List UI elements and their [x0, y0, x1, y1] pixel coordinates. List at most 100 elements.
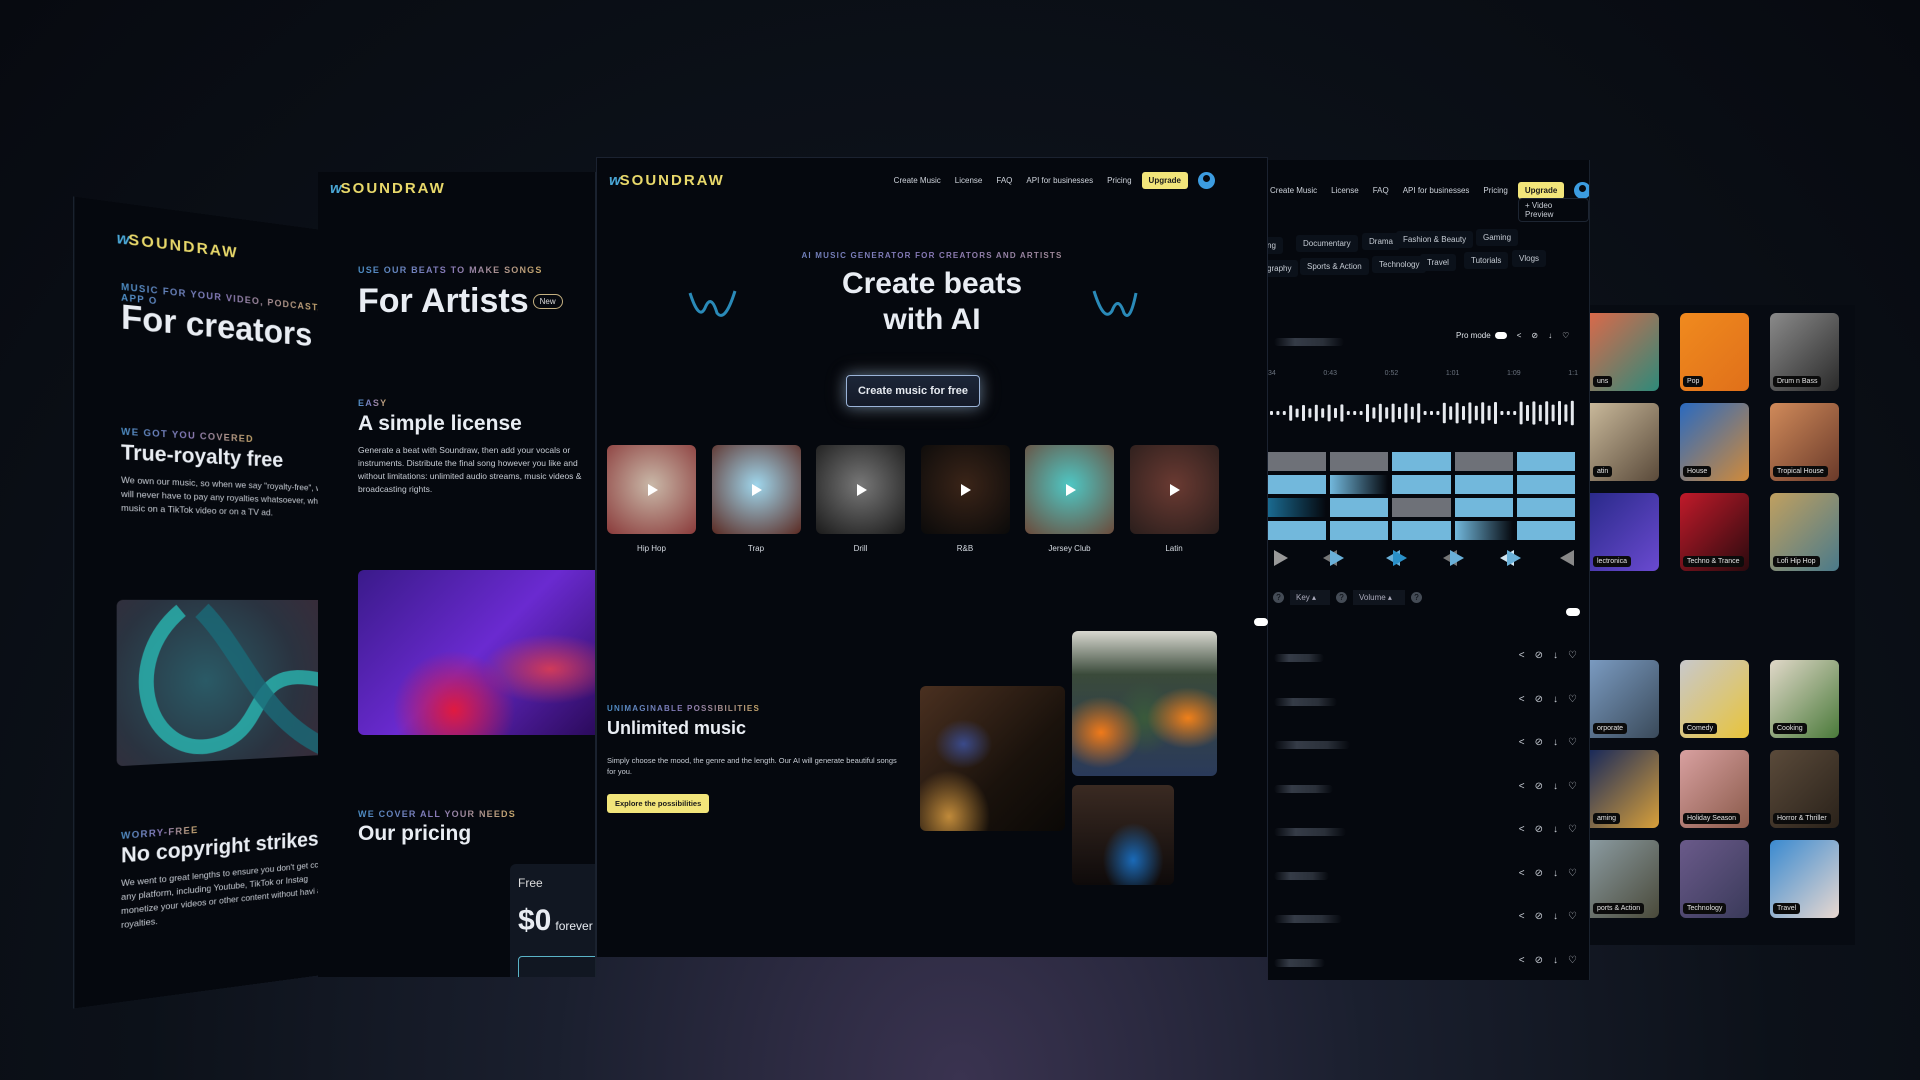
category-tag[interactable]: ng — [1268, 237, 1283, 254]
sequencer-block[interactable] — [1454, 452, 1513, 471]
pro-mode-toggle[interactable] — [1494, 332, 1507, 339]
share-icon[interactable]: < — [1519, 911, 1525, 922]
genre-card[interactable]: Jersey Club — [1025, 445, 1114, 553]
sequencer-block[interactable] — [1392, 452, 1451, 471]
play-icon[interactable] — [752, 483, 762, 496]
upgrade-button[interactable]: Upgrade — [1517, 182, 1565, 199]
sequencer-block[interactable] — [1392, 498, 1451, 517]
download-icon[interactable]: ↓ — [1553, 650, 1558, 661]
user-avatar-icon[interactable] — [1574, 182, 1589, 199]
genre-thumbnail[interactable] — [1025, 445, 1114, 534]
sequencer-block[interactable] — [1330, 521, 1389, 540]
category-card[interactable]: Holiday Season — [1680, 750, 1749, 828]
help-icon[interactable]: ? — [1411, 592, 1422, 603]
nav-create-music[interactable]: Create Music — [1270, 186, 1317, 195]
link-icon[interactable]: ⊘ — [1535, 781, 1543, 792]
track-waveform[interactable] — [1274, 958, 1325, 967]
sequencer-block[interactable] — [1516, 452, 1576, 471]
nav-faq[interactable]: FAQ — [996, 176, 1012, 185]
category-card[interactable]: Travel — [1770, 840, 1839, 918]
genre-card[interactable]: Trap — [711, 445, 801, 553]
track-waveform[interactable] — [1274, 741, 1350, 749]
link-icon[interactable]: ⊘ — [1535, 650, 1543, 661]
category-tag[interactable]: Sports & Action — [1300, 258, 1369, 275]
heart-icon[interactable]: ♡ — [1562, 331, 1569, 340]
track-waveform[interactable] — [1274, 828, 1346, 836]
sequencer-block[interactable] — [1268, 521, 1327, 540]
download-icon[interactable]: ↓ — [1553, 911, 1558, 922]
link-icon[interactable]: ⊘ — [1535, 694, 1543, 705]
nav-faq[interactable]: FAQ — [1373, 186, 1389, 195]
share-icon[interactable]: < — [1519, 955, 1525, 966]
category-card[interactable]: ports & Action — [1590, 840, 1659, 918]
link-icon[interactable]: ⊘ — [1535, 911, 1543, 922]
create-music-cta-button[interactable]: Create music for free — [846, 375, 980, 407]
plan-select-button[interactable] — [518, 956, 595, 977]
nav-pricing[interactable]: Pricing — [1483, 186, 1507, 195]
play-icon[interactable] — [856, 483, 867, 496]
play-icon[interactable] — [647, 483, 658, 496]
nav-create-music[interactable]: Create Music — [894, 176, 941, 185]
sequencer-block[interactable] — [1268, 452, 1327, 471]
chat-bubble-icon[interactable] — [1254, 618, 1268, 626]
category-card[interactable]: uns — [1590, 313, 1659, 391]
sequencer-block[interactable] — [1330, 498, 1389, 517]
soundraw-logo[interactable]: w SOUNDRAW — [330, 180, 446, 197]
heart-icon[interactable]: ♡ — [1568, 650, 1577, 661]
link-icon[interactable]: ⊘ — [1535, 868, 1543, 879]
share-icon[interactable]: < — [1519, 868, 1525, 879]
soundraw-logo[interactable]: w SOUNDRAW — [117, 229, 239, 262]
download-icon[interactable]: ↓ — [1553, 694, 1558, 705]
track-waveform[interactable] — [1274, 654, 1324, 662]
category-card[interactable]: Comedy — [1680, 660, 1749, 738]
sequencer-block[interactable] — [1516, 521, 1576, 540]
sequencer-block[interactable] — [1268, 475, 1327, 494]
soundraw-logo[interactable]: w SOUNDRAW — [609, 172, 725, 189]
category-card[interactable]: House — [1680, 403, 1749, 481]
nav-pricing[interactable]: Pricing — [1107, 176, 1131, 185]
category-tag[interactable]: Travel — [1420, 254, 1456, 271]
track-waveform[interactable] — [1274, 784, 1333, 793]
sequencer-block[interactable] — [1330, 452, 1389, 471]
track-waveform[interactable] — [1274, 871, 1329, 880]
nav-api[interactable]: API for businesses — [1403, 186, 1470, 195]
share-icon[interactable]: < — [1519, 781, 1525, 792]
video-preview-button[interactable]: + Video Preview — [1518, 198, 1589, 222]
category-card[interactable]: Drum n Bass — [1770, 313, 1839, 391]
category-tag[interactable]: graphy — [1268, 260, 1299, 277]
link-icon[interactable]: ⊘ — [1535, 955, 1543, 966]
share-icon[interactable]: < — [1517, 331, 1522, 340]
key-select[interactable]: Key ▴ — [1290, 590, 1330, 605]
genre-thumbnail[interactable] — [607, 445, 696, 534]
sequencer-block[interactable] — [1330, 475, 1389, 494]
sequencer-block[interactable] — [1454, 521, 1513, 540]
sequencer-block[interactable] — [1392, 521, 1451, 540]
sequencer-block[interactable] — [1268, 498, 1327, 517]
heart-icon[interactable]: ♡ — [1568, 694, 1577, 705]
genre-card[interactable]: R&B — [920, 445, 1010, 553]
category-tag[interactable]: Tutorials — [1464, 252, 1509, 269]
download-icon[interactable]: ↓ — [1548, 331, 1552, 340]
share-icon[interactable]: < — [1519, 694, 1525, 705]
genre-thumbnail[interactable] — [816, 445, 905, 534]
heart-icon[interactable]: ♡ — [1568, 911, 1577, 922]
category-card[interactable]: Technology — [1680, 840, 1749, 918]
category-card[interactable]: Tropical House — [1770, 403, 1839, 481]
category-tag[interactable]: Fashion & Beauty — [1396, 231, 1474, 248]
category-card[interactable]: atin — [1590, 403, 1659, 481]
category-tag[interactable]: Technology — [1372, 256, 1427, 273]
share-icon[interactable]: < — [1519, 824, 1525, 835]
download-icon[interactable]: ↓ — [1553, 781, 1558, 792]
genre-card[interactable]: Latin — [1129, 445, 1219, 553]
genre-card[interactable]: Drill — [816, 445, 905, 553]
heart-icon[interactable]: ♡ — [1568, 781, 1577, 792]
genre-thumbnail[interactable] — [920, 445, 1010, 534]
category-tag[interactable]: Documentary — [1296, 235, 1358, 252]
category-card[interactable]: Pop — [1680, 313, 1749, 391]
heart-icon[interactable]: ♡ — [1568, 737, 1577, 748]
category-card[interactable]: Lofi Hip Hop — [1770, 493, 1839, 571]
sequencer-block[interactable] — [1516, 475, 1576, 494]
track-waveform[interactable] — [1274, 915, 1342, 923]
link-icon[interactable]: ⊘ — [1535, 824, 1543, 835]
play-icon[interactable] — [961, 483, 971, 496]
